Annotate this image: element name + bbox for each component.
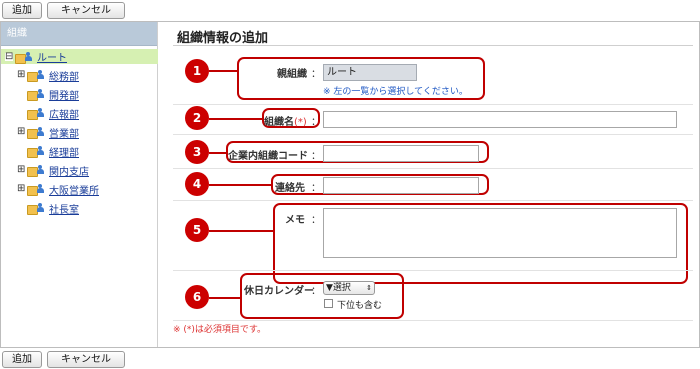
people-icon xyxy=(37,146,47,156)
colon: ： xyxy=(311,117,321,128)
tree-node-item[interactable]: 社長室 xyxy=(17,201,79,216)
folder-icon xyxy=(27,108,38,120)
callout-number-1: 1 xyxy=(185,59,209,83)
required-mark: (*) xyxy=(294,117,307,128)
internal-code-input[interactable] xyxy=(323,145,479,162)
tree-node-item[interactable]: 経理部 xyxy=(17,144,79,159)
tree-node-item[interactable]: 開発部 xyxy=(17,87,79,102)
people-icon xyxy=(37,165,47,175)
tree-node-item[interactable]: 広報部 xyxy=(17,106,79,121)
expand-icon[interactable]: ⊞ xyxy=(17,127,25,137)
parent-org-field: ルート xyxy=(323,64,417,81)
tree-node-label[interactable]: 経理部 xyxy=(49,144,79,159)
holiday-calendar-label: 休日カレンダー xyxy=(244,286,314,297)
people-icon xyxy=(37,184,47,194)
row-divider xyxy=(173,200,693,201)
tree-node-label[interactable]: 関内支店 xyxy=(49,163,89,178)
tree-node-item[interactable]: ⊞ 営業部 xyxy=(17,125,79,140)
cancel-button-top[interactable]: キャンセル xyxy=(47,2,125,19)
tree-node-root[interactable]: ⊟ ルート xyxy=(1,49,158,64)
contact-label: 連絡先 xyxy=(275,183,305,194)
folder-icon xyxy=(27,203,38,215)
tree-node-label[interactable]: 営業部 xyxy=(49,125,79,140)
people-icon xyxy=(37,127,47,137)
expand-icon[interactable]: ⊞ xyxy=(17,165,25,175)
callout-number-3: 3 xyxy=(185,140,209,164)
colon: ： xyxy=(311,286,321,297)
tree-node-label[interactable]: 開発部 xyxy=(49,87,79,102)
callout-connector xyxy=(209,184,271,186)
colon: ： xyxy=(311,151,321,162)
callout-connector xyxy=(209,152,226,154)
tree-node-label[interactable]: 総務部 xyxy=(49,68,79,83)
folder-icon xyxy=(27,127,38,139)
row-divider xyxy=(173,270,693,271)
callout-number-6: 6 xyxy=(185,285,209,309)
row-divider xyxy=(173,320,693,321)
tree-node-label[interactable]: ルート xyxy=(37,49,67,64)
collapse-icon[interactable]: ⊟ xyxy=(5,51,13,61)
people-icon xyxy=(37,108,47,118)
include-subordinates-label: 下位も含む xyxy=(337,301,383,311)
row-divider xyxy=(173,134,693,135)
expand-icon[interactable]: ⊞ xyxy=(17,184,25,194)
page-title: 組織情報の追加 xyxy=(177,31,269,46)
people-icon xyxy=(37,70,47,80)
internal-code-label: 企業内組織コード xyxy=(228,151,308,162)
sidebar-header: 組織 xyxy=(1,22,157,46)
tree-node-item[interactable]: ⊞ 大阪営業所 xyxy=(17,182,99,197)
add-button-bottom[interactable]: 追加 xyxy=(2,351,42,368)
people-icon xyxy=(37,203,47,213)
callout-connector xyxy=(209,118,262,120)
callout-number-4: 4 xyxy=(185,172,209,196)
form-area: 組織情報の追加 1 親組織 ： ルート ※ 左の一覧から選択してください。 2 … xyxy=(159,22,699,347)
people-icon xyxy=(37,89,47,99)
add-button-top[interactable]: 追加 xyxy=(2,2,42,19)
org-name-label-text: 組織名 xyxy=(264,117,294,128)
folder-icon xyxy=(15,52,26,64)
folder-icon xyxy=(27,89,38,101)
callout-connector xyxy=(209,70,237,72)
memo-label: メモ xyxy=(285,215,305,226)
parent-org-label: 親組織 xyxy=(277,69,307,80)
colon: ： xyxy=(311,215,321,226)
contact-input[interactable] xyxy=(323,177,479,194)
org-name-input[interactable] xyxy=(323,111,677,128)
callout-number-5: 5 xyxy=(185,218,209,242)
holiday-calendar-selected: ▼選択 xyxy=(326,283,351,293)
holiday-calendar-select[interactable]: ▼選択 ⇕ xyxy=(323,281,375,295)
row-divider xyxy=(173,168,693,169)
callout-connector xyxy=(209,297,240,299)
org-tree-sidebar: 組織 ⊟ ルート ⊞ 総務部 開発部 広報部 ⊞ 営業部 経理部 ⊞ 関内支店 … xyxy=(1,22,158,347)
folder-icon xyxy=(27,146,38,158)
cancel-button-bottom[interactable]: キャンセル xyxy=(47,351,125,368)
title-divider xyxy=(173,45,693,46)
colon: ： xyxy=(311,69,321,80)
tree-node-item[interactable]: ⊞ 総務部 xyxy=(17,68,79,83)
folder-icon xyxy=(27,70,38,82)
select-arrows-icon: ⇕ xyxy=(366,284,372,292)
folder-icon xyxy=(27,165,38,177)
tree-node-label[interactable]: 大阪営業所 xyxy=(49,182,99,197)
tree-node-item[interactable]: ⊞ 関内支店 xyxy=(17,163,89,178)
org-name-label: 組織名(*) xyxy=(264,113,307,128)
callout-number-2: 2 xyxy=(185,106,209,130)
row-divider xyxy=(173,104,693,105)
tree-node-label[interactable]: 広報部 xyxy=(49,106,79,121)
required-note: ※ (*)は必須項目です。 xyxy=(173,325,267,335)
main-frame: 組織 ⊟ ルート ⊞ 総務部 開発部 広報部 ⊞ 営業部 経理部 ⊞ 関内支店 … xyxy=(0,21,700,348)
folder-icon xyxy=(27,184,38,196)
expand-icon[interactable]: ⊞ xyxy=(17,70,25,80)
tree-node-label[interactable]: 社長室 xyxy=(49,201,79,216)
memo-textarea[interactable] xyxy=(323,208,677,258)
include-subordinates-checkbox[interactable] xyxy=(324,299,333,308)
parent-org-hint: ※ 左の一覧から選択してください。 xyxy=(323,87,468,97)
people-icon xyxy=(25,51,35,62)
callout-connector xyxy=(209,230,273,232)
colon: ： xyxy=(311,183,321,194)
